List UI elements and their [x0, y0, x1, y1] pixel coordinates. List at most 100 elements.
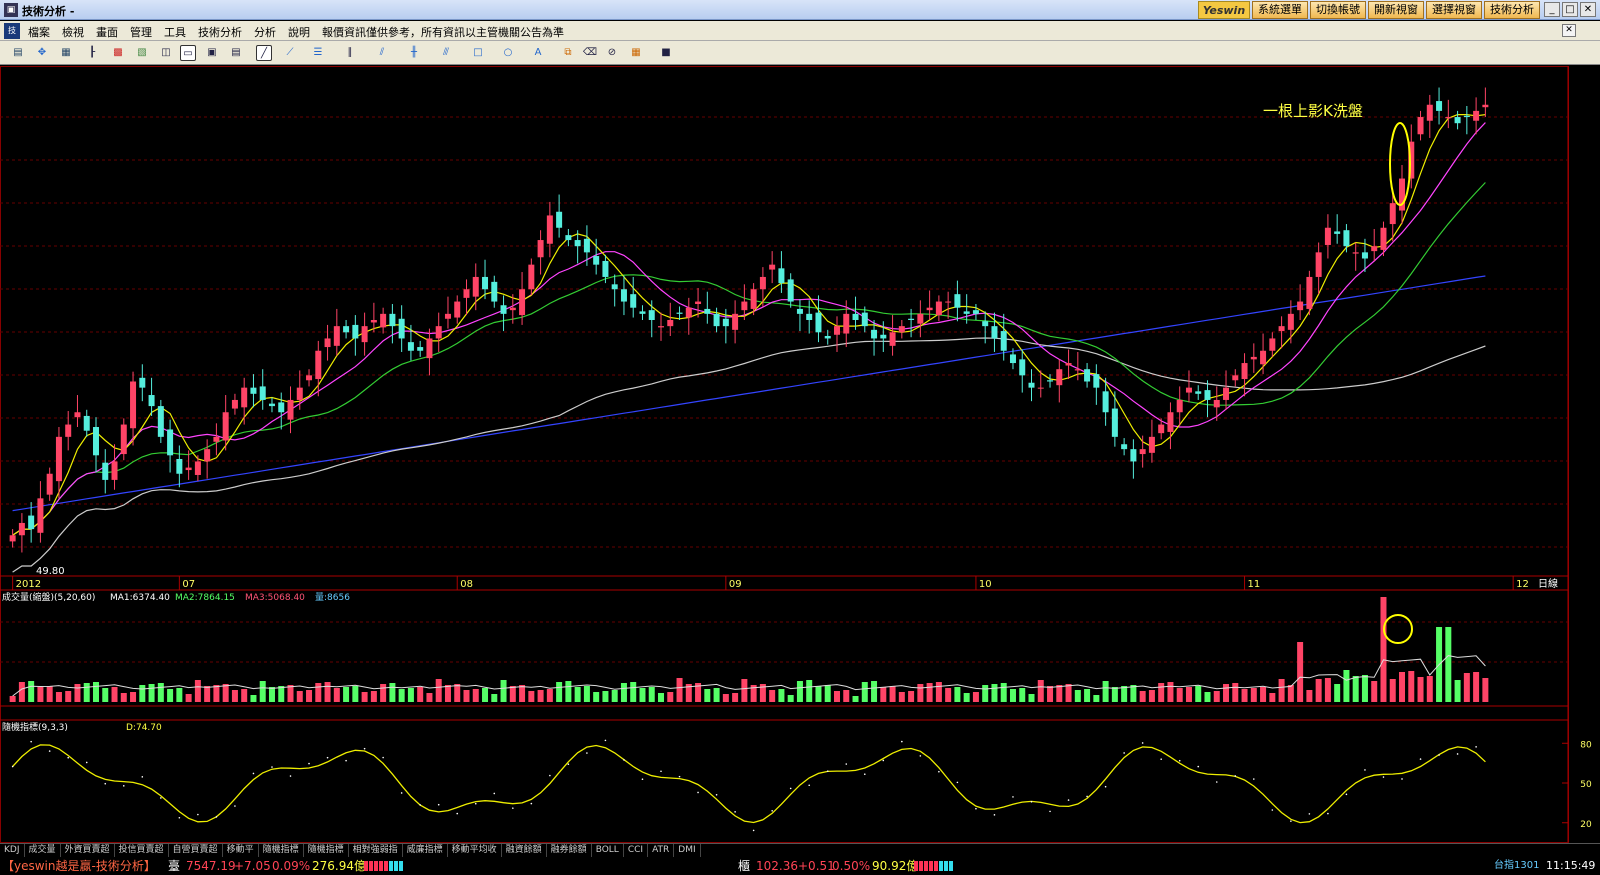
volume-bar: [333, 688, 340, 702]
indicator-tab[interactable]: 相對強弱指: [349, 844, 403, 857]
kd-k-dot: [1012, 796, 1014, 798]
line-tool-icon[interactable]: ⟋: [282, 45, 298, 61]
indicator-tab[interactable]: 移動平: [223, 844, 259, 857]
menu-item[interactable]: 檔案: [28, 24, 50, 40]
crosshair-icon[interactable]: ✥: [34, 45, 50, 61]
candle-body: [908, 318, 915, 320]
draw-icon[interactable]: ╱: [256, 45, 272, 61]
candle-body: [1000, 331, 1007, 351]
candle-body: [296, 387, 303, 400]
indicator-tab[interactable]: 移動平均收: [448, 844, 502, 857]
price-low-label: 49.80: [36, 566, 65, 577]
menu-item[interactable]: 畫面: [96, 24, 118, 40]
eraser-icon[interactable]: ⌫: [582, 45, 598, 61]
hline-tool-icon[interactable]: ☰: [310, 45, 326, 61]
indicator-tab[interactable]: 自營買賣超: [169, 844, 223, 857]
menu-item[interactable]: 檢視: [62, 24, 84, 40]
close-icon[interactable]: ✕: [1580, 2, 1596, 17]
select-window-button[interactable]: 選擇視窗: [1426, 1, 1482, 19]
kd-k-dot: [197, 813, 199, 816]
chart-area[interactable]: 一根上影K洗盤 49.80 2012 07 08 09 10 11 12 日線成交量(縮盤)(5,…: [0, 66, 1600, 843]
vline-tool-icon[interactable]: ∥: [342, 45, 358, 61]
minimize-icon[interactable]: _: [1544, 2, 1560, 17]
panel-icon[interactable]: ▤: [228, 45, 244, 61]
volume-bar: [204, 686, 211, 702]
fan-tool-icon[interactable]: ⫽: [374, 45, 390, 61]
indicator-tab[interactable]: 投信買賣超: [115, 844, 169, 857]
color-icon[interactable]: ▦: [628, 45, 644, 61]
fibonacci-icon[interactable]: ╫: [406, 45, 422, 61]
volume-bar: [824, 685, 831, 702]
candle-body: [222, 412, 229, 441]
indicator-tab[interactable]: 融資餘額: [502, 844, 547, 857]
otc-change: +0.51: [798, 859, 835, 873]
menu-item[interactable]: 工具: [164, 24, 186, 40]
indicator-tab[interactable]: 融券餘額: [547, 844, 592, 857]
indicator-tab[interactable]: 威廉指標: [403, 844, 448, 857]
volume-ma2: MA2:7864.15: [175, 593, 235, 603]
volume-bar: [92, 682, 99, 702]
indicator-tab[interactable]: 成交量: [25, 844, 61, 857]
volume-bar: [843, 690, 850, 702]
ellipse-tool-icon[interactable]: ○: [500, 45, 516, 61]
switch-account-button[interactable]: 切換帳號: [1310, 1, 1366, 19]
indicator-tab[interactable]: 隨機指標: [259, 844, 304, 857]
text-tool-icon[interactable]: A: [530, 45, 546, 61]
otc-pct: 0.50%: [832, 859, 871, 873]
indicator-tab[interactable]: ATR: [648, 844, 675, 857]
volume-bar: [259, 681, 266, 702]
x-tick-label: 07: [182, 579, 195, 590]
kd-d-value: D:74.70: [126, 723, 162, 733]
layout-icon[interactable]: ▦: [58, 45, 74, 61]
volume-bar: [658, 693, 665, 702]
clear-icon[interactable]: ⊘: [604, 45, 620, 61]
grid-icon[interactable]: ▣: [204, 45, 220, 61]
chart-window-icon[interactable]: ▤: [10, 45, 26, 61]
volume-bar: [426, 693, 433, 702]
x-tick-label: 11: [1248, 579, 1261, 590]
indicator-tab[interactable]: KDJ: [0, 844, 25, 857]
maximize-icon[interactable]: □: [1562, 2, 1578, 17]
channel-tool-icon[interactable]: ⫻: [438, 45, 454, 61]
ma10-line: [12, 122, 1486, 536]
menu-item[interactable]: 技術分析: [198, 24, 242, 40]
kd-k-dot: [160, 797, 162, 799]
system-menu-button[interactable]: 系統選單: [1252, 1, 1308, 19]
technical-analysis-button[interactable]: 技術分析: [1484, 1, 1540, 19]
save-icon[interactable]: ■: [658, 45, 674, 61]
candle-body: [833, 326, 840, 335]
indicator-tab[interactable]: BOLL: [592, 844, 624, 857]
volume-bar: [472, 689, 479, 702]
indicator-tab[interactable]: 隨機指標: [304, 844, 349, 857]
x-tick-label: 08: [460, 579, 473, 590]
candle-body: [658, 326, 665, 328]
doc-close-icon[interactable]: ✕: [1562, 24, 1576, 37]
menu-item[interactable]: 說明: [288, 24, 310, 40]
candle-body: [1297, 301, 1304, 311]
volume-bar: [1167, 682, 1174, 702]
candle-body: [898, 326, 905, 333]
volume-bar: [945, 688, 952, 702]
new-window-button[interactable]: 開新視窗: [1368, 1, 1424, 19]
kd-k-dot: [660, 770, 662, 773]
volume-bar: [1260, 687, 1267, 702]
indicator-tab[interactable]: 外資買賣超: [61, 844, 115, 857]
compare-icon[interactable]: ▧: [134, 45, 150, 61]
menu-item[interactable]: 管理: [130, 24, 152, 40]
indicator-icon[interactable]: ▩: [110, 45, 126, 61]
zoom-icon[interactable]: ◫: [158, 45, 174, 61]
kd-k-dot: [808, 784, 811, 787]
indicator-tab[interactable]: CCI: [624, 844, 649, 857]
candle-body: [417, 347, 424, 351]
rectangle-tool-icon[interactable]: □: [470, 45, 486, 61]
copy-icon[interactable]: ⧉: [560, 45, 576, 61]
volume-bar: [1185, 687, 1192, 702]
menu-item[interactable]: 報價資訊僅供參考，所有資訊以主管機關公告為準: [322, 24, 564, 40]
volume-bar: [1482, 678, 1489, 702]
candle-mode-icon[interactable]: ▭: [180, 45, 196, 61]
volume-bar: [380, 684, 387, 702]
volume-bar: [222, 684, 229, 702]
menu-item[interactable]: 分析: [254, 24, 276, 40]
indicator-tab[interactable]: DMI: [674, 844, 701, 857]
bar-style-icon[interactable]: ┠: [84, 45, 100, 61]
